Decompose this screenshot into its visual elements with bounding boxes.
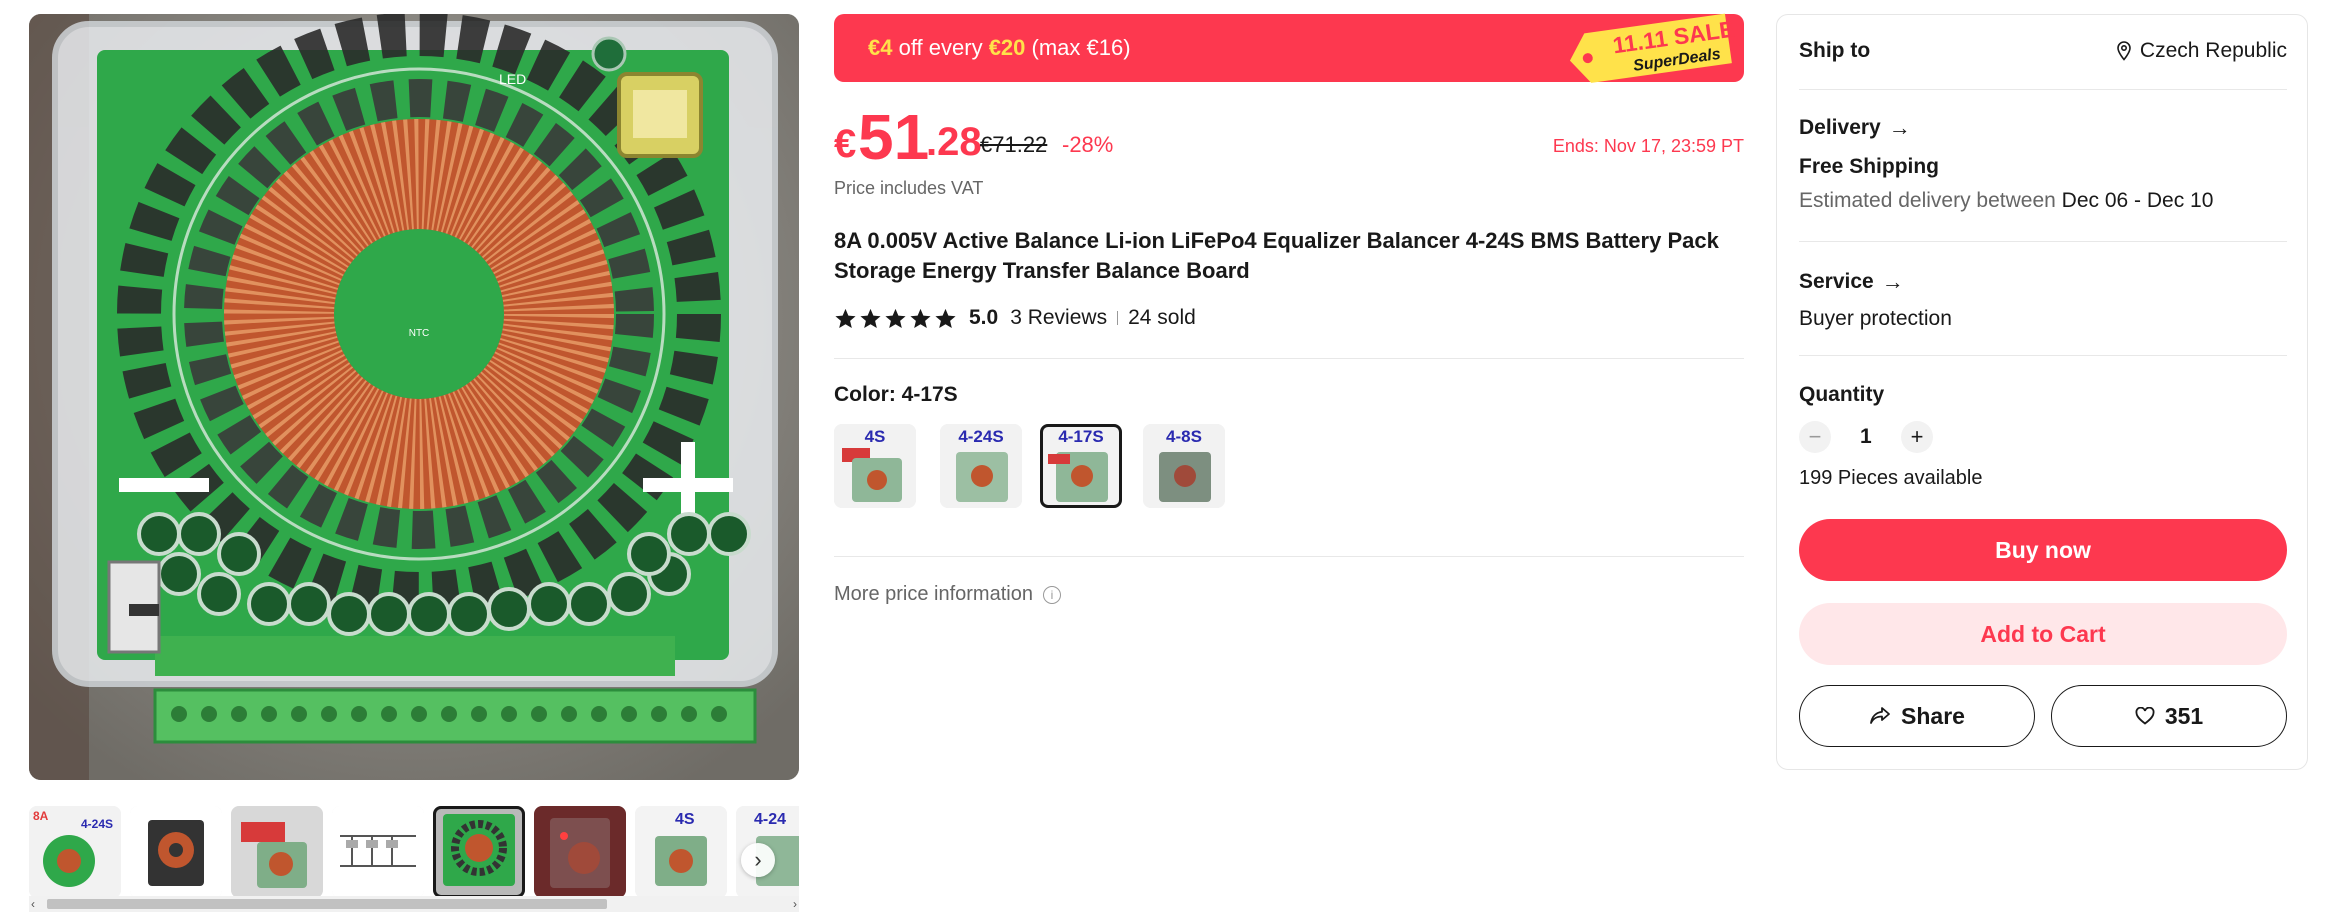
color-option-4-24s[interactable]: 4-24S [940, 424, 1022, 508]
main-product-image[interactable]: NTC LED [29, 14, 799, 780]
quantity-decrease-button[interactable]: − [1799, 421, 1831, 453]
quantity-value[interactable]: 1 [1860, 425, 1872, 449]
ship-to-label: Ship to [1799, 39, 1871, 62]
star-icon [935, 308, 956, 328]
thumbnail-scrollbar[interactable]: ‹ › [29, 896, 799, 912]
share-button[interactable]: Share [1799, 685, 2035, 747]
delivery-estimate: Estimated delivery between Dec 06 - Dec … [1799, 189, 2213, 213]
color-option-4-17s[interactable]: 4-17S [1040, 424, 1122, 508]
free-shipping: Free Shipping [1799, 155, 1940, 178]
color-label: Color: 4-17S [834, 383, 958, 406]
star-icon [835, 308, 856, 328]
star-icon [860, 308, 881, 328]
scroll-left-icon[interactable]: ‹ [31, 896, 35, 912]
divider [1799, 89, 2287, 90]
divider [834, 358, 1744, 359]
delivery-estimate-dates: Dec 06 - Dec 10 [2061, 189, 2214, 212]
thumbnail-6[interactable] [534, 806, 626, 898]
arrow-right-icon: → [1881, 269, 1904, 294]
color-option-4-17s-label: 4-17S [1058, 427, 1103, 446]
ship-to-selector[interactable]: Czech Republic [2116, 39, 2287, 63]
discount-percent: -28% [1062, 132, 1114, 157]
quantity-increase-button[interactable]: + [1901, 421, 1933, 453]
divider [1799, 241, 2287, 242]
wishlist-count: 351 [2164, 702, 2204, 729]
add-to-cart-button[interactable]: Add to Cart [1799, 603, 2287, 665]
thumbnail-strip: 8A 4-24S 4S 4-24 [29, 798, 799, 908]
buy-now-button[interactable]: Buy now [1799, 519, 2287, 581]
buyer-protection: Buyer protection [1799, 307, 1952, 330]
thumbnail-5[interactable] [433, 806, 525, 898]
color-option-4-8s[interactable]: 4-8S [1143, 424, 1225, 508]
thumb-label-4-24s: 4-24S [81, 817, 113, 831]
divider [1117, 311, 1119, 325]
scrollbar-thumb[interactable] [47, 899, 607, 909]
sale-end-time: Ends: Nov 17, 23:59 PT [1552, 136, 1744, 156]
star-icon [885, 308, 906, 328]
svg-text:LED: LED [499, 71, 526, 87]
service-label: Service [1799, 270, 1874, 293]
sale-tag-badge: 11.11 SALE SuperDeals [1563, 12, 1743, 84]
scroll-right-icon[interactable]: › [793, 896, 797, 912]
chevron-right-icon: › [754, 847, 762, 872]
sold-count: 24 sold [1128, 306, 1196, 329]
thumb-label-4s: 4S [675, 811, 695, 828]
info-icon[interactable]: i [1042, 585, 1061, 604]
delivery-estimate-prefix: Estimated delivery between [1799, 189, 2056, 212]
plus-icon: + [1910, 424, 1924, 449]
service-link[interactable]: Service → [1799, 269, 1904, 295]
promo-threshold: €20 [988, 35, 1026, 60]
divider [834, 556, 1744, 557]
product-title: 8A 0.005V Active Balance Li-ion LiFePo4 … [834, 228, 1719, 283]
color-option-4-8s-label: 4-8S [1166, 427, 1202, 446]
minus-icon: − [1808, 424, 1822, 449]
add-to-cart-label: Add to Cart [1980, 620, 2106, 647]
more-price-info-label: More price information [834, 583, 1033, 605]
reviews-link[interactable]: 3 Reviews [1010, 306, 1107, 330]
thumb-label-4-24: 4-24 [754, 811, 786, 828]
vat-note: Price includes VAT [834, 178, 984, 198]
more-price-info[interactable]: More price information i [834, 583, 1061, 606]
color-option-4s-label: 4S [865, 427, 886, 446]
delivery-label: Delivery [1799, 116, 1881, 139]
pieces-available: 199 Pieces available [1799, 467, 1983, 489]
thumbnail-1[interactable]: 8A 4-24S [29, 806, 121, 898]
heart-icon [2135, 707, 2155, 725]
price-integer: 51 [858, 101, 930, 173]
arrow-right-icon: → [1888, 115, 1911, 140]
divider [1799, 355, 2287, 356]
delivery-link[interactable]: Delivery → [1799, 115, 1911, 141]
ship-to-country: Czech Republic [2139, 39, 2287, 62]
rating-score: 5.0 [969, 306, 999, 329]
share-icon [1870, 707, 1890, 724]
quantity-label: Quantity [1799, 383, 1885, 406]
wishlist-button[interactable]: 351 [2051, 685, 2287, 747]
original-price: €71.22 [980, 132, 1048, 157]
ntc-label: NTC [409, 328, 430, 339]
purchase-card: Ship to Czech Republic Delivery → Free S… [1776, 14, 2308, 770]
color-option-4s[interactable]: 4S [834, 424, 916, 508]
color-option-4-24s-label: 4-24S [958, 427, 1003, 446]
price-currency: € [834, 122, 857, 166]
share-label: Share [1901, 702, 1965, 729]
thumbnail-3[interactable] [231, 806, 323, 898]
promo-amount: €4 [868, 35, 893, 60]
star-icon [910, 308, 931, 328]
thumb-label-8a: 8A [33, 809, 49, 823]
thumbnail-2[interactable] [130, 806, 222, 898]
promo-off-every: off every [892, 35, 989, 60]
thumbnail-7[interactable]: 4S [635, 806, 727, 898]
thumbnail-4[interactable] [332, 806, 424, 898]
promo-text: €4 off every €20 (max €16) [868, 35, 1131, 61]
price-decimal: .28 [926, 120, 982, 164]
location-pin-icon [2117, 41, 2131, 61]
thumbnail-next-button[interactable]: › [741, 843, 775, 877]
rating-row: 5.0 3 Reviews 24 sold [834, 304, 1196, 332]
promo-max: (max €16) [1025, 35, 1131, 60]
buy-now-label: Buy now [1995, 536, 2091, 563]
rating-stars [834, 307, 957, 330]
